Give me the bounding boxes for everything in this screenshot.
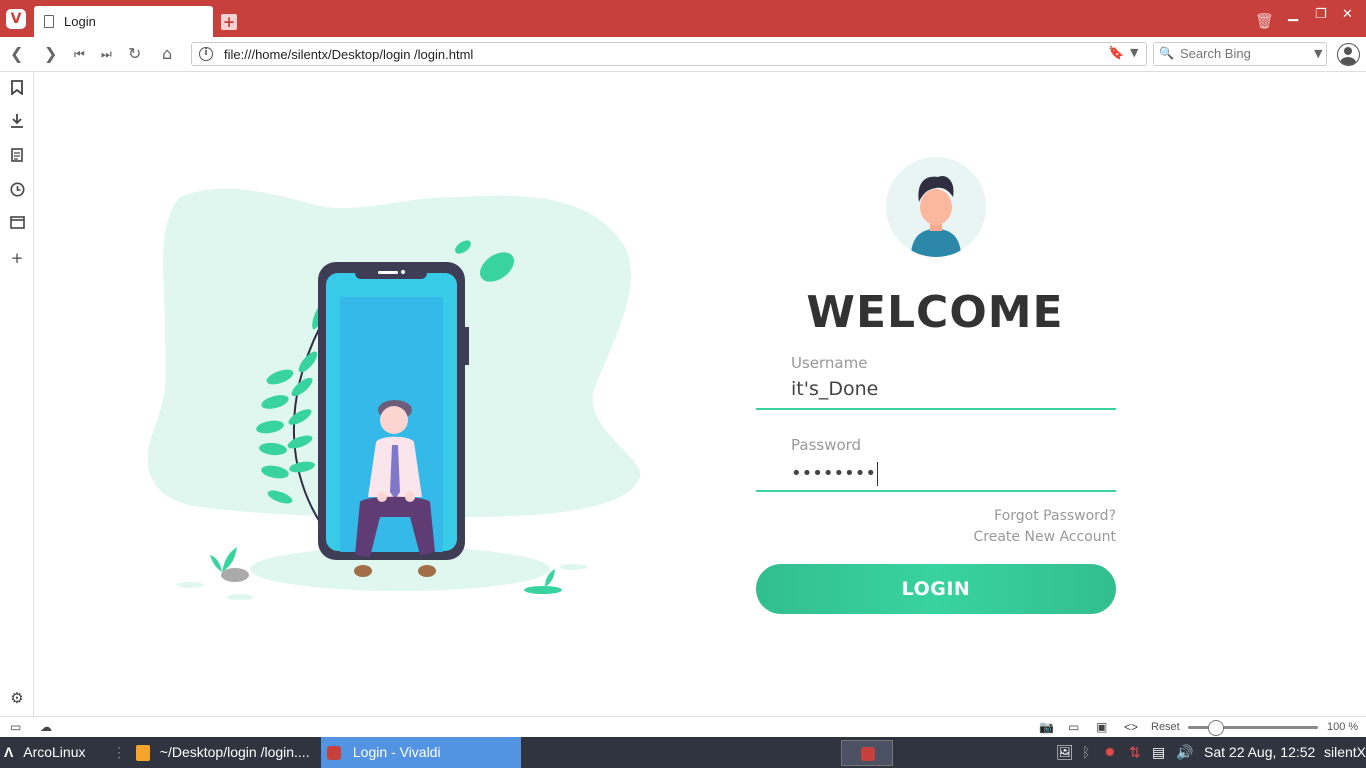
bookmark-icon[interactable]: 🔖 [1108, 46, 1124, 61]
clipboard-icon[interactable]: ▤ [1152, 737, 1165, 768]
zoom-reset-button[interactable]: Reset [1151, 721, 1180, 733]
downloads-icon[interactable] [9, 113, 25, 129]
rewind-icon[interactable]: ⏮ [74, 45, 85, 63]
forward-icon[interactable]: ❯ [44, 45, 57, 63]
sync-cloud-icon[interactable]: ☁ [40, 720, 52, 734]
reload-icon[interactable]: ↻ [128, 45, 141, 63]
profile-icon[interactable] [1337, 43, 1360, 66]
create-account-link[interactable]: Create New Account [974, 529, 1116, 545]
site-info-icon[interactable]: i [199, 47, 213, 61]
username-label: Username [791, 354, 868, 372]
status-bar: ▭ ☁ 📷 ▭ ▣ <> Reset 100 % [0, 716, 1366, 737]
username-field[interactable]: Username it's_Done [756, 344, 1116, 410]
settings-gear-icon[interactable]: ⚙ [9, 690, 25, 706]
notes-icon[interactable] [9, 148, 25, 164]
vivaldi-icon [861, 747, 875, 761]
taskbar: Λ ArcoLinux ⋮ ~/Desktop/login /login....… [0, 737, 1366, 768]
password-input[interactable]: •••••••• [791, 462, 878, 486]
workspace-preview[interactable] [841, 740, 893, 766]
fast-forward-icon[interactable]: ⏭ [101, 45, 112, 63]
text-caret [876, 462, 878, 486]
window-panel-icon[interactable] [9, 216, 25, 232]
update-alert-icon[interactable]: ✹ [1104, 737, 1116, 768]
bookmarks-icon[interactable] [9, 80, 25, 96]
new-tab-button[interactable]: + [221, 14, 237, 30]
password-field[interactable]: Password •••••••• [756, 426, 1116, 492]
forgot-password-link[interactable]: Forgot Password? [994, 508, 1116, 524]
restore-icon[interactable]: ❐ [1315, 7, 1327, 22]
chevron-down-icon[interactable]: ▼ [1130, 46, 1138, 59]
sublime-icon [135, 745, 150, 762]
page-icon [44, 15, 54, 28]
taskbar-window-vivaldi[interactable]: Login - Vivaldi [321, 737, 521, 768]
username-input[interactable]: it's_Done [791, 378, 878, 400]
trash-icon[interactable]: 🗑 [1255, 12, 1274, 30]
history-icon[interactable] [9, 182, 25, 198]
network-icon[interactable]: ⇅ [1129, 737, 1141, 768]
tab-bar: V Login + 🗑 ▁ ❐ ✕ [0, 0, 1366, 37]
arcolinux-logo-icon: Λ [4, 744, 14, 760]
window-title: Login - Vivaldi [352, 744, 441, 760]
taskbar-window-editor[interactable]: ⋮ ~/Desktop/login /login.... [112, 737, 318, 768]
search-engine-dropdown-icon[interactable]: ▼ [1314, 47, 1322, 60]
vivaldi-icon [327, 746, 341, 761]
panel-toggle-icon[interactable]: ▭ [10, 720, 21, 734]
add-panel-icon[interactable]: + [9, 250, 25, 266]
start-label: ArcoLinux [23, 744, 86, 760]
zoom-level: 100 % [1327, 721, 1359, 733]
zoom-slider-handle[interactable] [1208, 720, 1224, 736]
search-icon: 🔍 [1159, 46, 1174, 60]
home-icon[interactable]: ⌂ [162, 45, 172, 63]
login-button[interactable]: LOGIN [756, 564, 1116, 614]
close-icon[interactable]: ✕ [1342, 7, 1353, 22]
address-toolbar: ❮ ❯ ⏮ ⏭ ↻ ⌂ i file:///home/silentx/Deskt… [0, 37, 1366, 72]
minimize-icon[interactable]: ▁ [1288, 7, 1298, 22]
search-field[interactable]: 🔍 ▼ [1153, 42, 1327, 66]
tab-login[interactable]: Login [34, 6, 213, 37]
bluetooth-icon[interactable]: ᛒ [1082, 737, 1090, 768]
phone-illustration [147, 188, 641, 600]
login-page: WELCOME Username it's_Done Password ••••… [35, 72, 1366, 716]
window-title: ~/Desktop/login /login.... [159, 744, 310, 760]
url-field[interactable]: i file:///home/silentx/Desktop/login /lo… [191, 42, 1147, 66]
drag-handle-icon: ⋮ [112, 744, 126, 760]
image-viewer-tray-icon[interactable]: 🖼 [1056, 737, 1074, 768]
tab-title: Login [64, 14, 96, 29]
password-mask: •••••••• [791, 463, 876, 484]
password-label: Password [791, 436, 862, 454]
vivaldi-menu-icon[interactable]: V [6, 9, 26, 29]
images-icon[interactable]: ▣ [1096, 720, 1107, 734]
capture-icon[interactable]: 📷 [1039, 720, 1054, 734]
side-panel: + ⚙ [0, 72, 34, 716]
search-input[interactable] [1180, 46, 1310, 61]
back-icon[interactable]: ❮ [10, 45, 23, 63]
start-menu-button[interactable]: Λ ArcoLinux [4, 737, 86, 768]
clock[interactable]: Sat 22 Aug, 12:52 [1204, 737, 1315, 768]
url-text[interactable]: file:///home/silentx/Desktop/login /logi… [224, 47, 473, 62]
user-avatar-icon [886, 157, 986, 257]
page-title: WELCOME [806, 287, 1064, 338]
tiling-icon[interactable]: ▭ [1068, 720, 1079, 734]
volume-icon[interactable]: 🔊 [1176, 737, 1193, 768]
page-actions-icon[interactable]: <> [1124, 720, 1138, 734]
username-indicator[interactable]: silentX [1324, 737, 1366, 768]
